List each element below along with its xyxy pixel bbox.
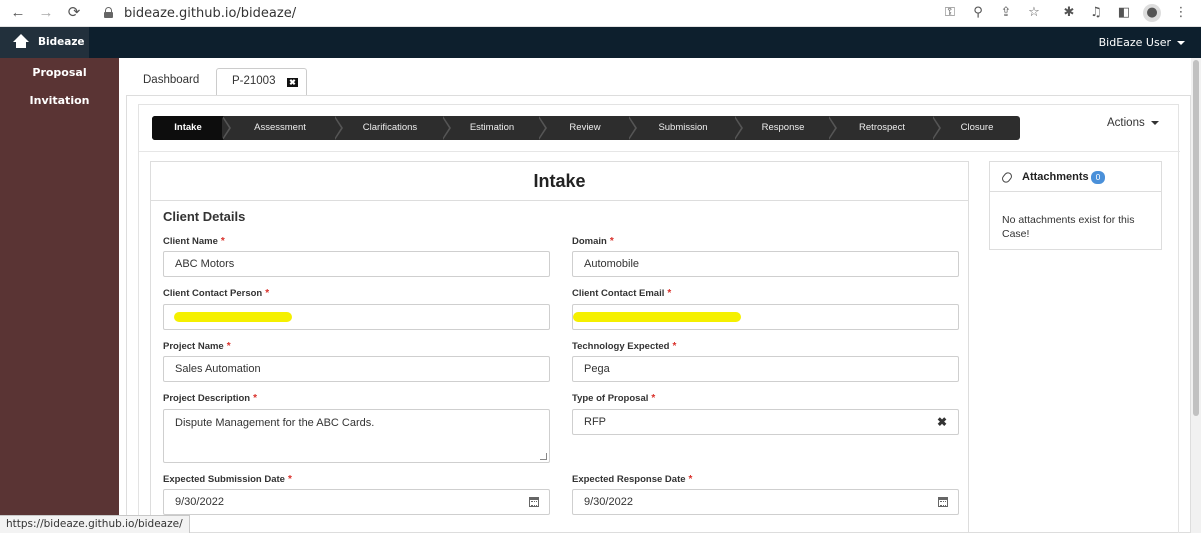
step-response[interactable]: Response: [736, 116, 830, 140]
submission-date-input[interactable]: 9/30/2022: [163, 489, 550, 515]
intake-title: Intake: [151, 162, 968, 201]
url-text[interactable]: bideaze.github.io/bideaze/: [124, 6, 296, 21]
home-icon: [12, 34, 30, 50]
calendar-icon[interactable]: [938, 497, 948, 507]
step-closure[interactable]: Closure: [934, 116, 1020, 140]
actions-label: Actions: [1107, 117, 1145, 129]
attachments-title: Attachments: [1022, 171, 1089, 183]
tab-dashboard[interactable]: Dashboard: [132, 68, 222, 96]
profile-icon[interactable]: ●: [1143, 4, 1161, 22]
reload-icon[interactable]: ⟳: [64, 3, 84, 23]
user-name: BidEaze User: [1098, 36, 1171, 49]
calendar-icon[interactable]: [529, 497, 539, 507]
attachments-empty-text: No attachments exist for this Case!: [1002, 214, 1135, 240]
divider: [139, 151, 1180, 152]
redaction-mark: [573, 312, 741, 322]
sidebar: Proposal Invitation: [0, 58, 119, 533]
back-arrow-icon[interactable]: ←: [8, 3, 28, 23]
actions-dropdown[interactable]: Actions: [1107, 117, 1159, 129]
zoom-icon[interactable]: ⚲: [969, 4, 987, 22]
client-name-label: Client Name *: [163, 236, 225, 247]
project-name-label: Project Name *: [163, 341, 231, 352]
client-name-input[interactable]: ABC Motors: [163, 251, 550, 277]
close-tab-icon[interactable]: ✖: [287, 78, 298, 87]
redaction-mark: [174, 312, 292, 322]
scrollbar-thumb[interactable]: [1193, 60, 1199, 416]
step-retrospect[interactable]: Retrospect: [830, 116, 934, 140]
forward-arrow-icon[interactable]: →: [36, 3, 56, 23]
clear-selection-icon[interactable]: ✖: [937, 415, 947, 429]
step-review[interactable]: Review: [540, 116, 630, 140]
tab-label: P-21003: [232, 75, 276, 87]
media-icon[interactable]: ♫: [1087, 4, 1105, 22]
response-date-input[interactable]: 9/30/2022: [572, 489, 959, 515]
project-description-textarea[interactable]: Dispute Management for the ABC Cards.: [163, 409, 550, 463]
browser-toolbar: ← → ⟳ bideaze.github.io/bideaze/ ⚿ ⚲ ⇪ ☆…: [0, 0, 1201, 27]
project-description-label: Project Description *: [163, 393, 258, 404]
lock-icon[interactable]: [104, 7, 113, 18]
contact-person-label: Client Contact Person *: [163, 288, 270, 299]
sidebar-item-proposal[interactable]: Proposal: [0, 66, 119, 79]
main-content: Dashboard P-21003 ✖ Intake Assessment Clar…: [119, 58, 1191, 533]
paperclip-icon: [1000, 170, 1014, 185]
attachments-count-badge: 0: [1091, 171, 1105, 184]
brand-label: Bideaze: [38, 36, 85, 48]
section-title: Client Details: [163, 209, 246, 224]
share-icon[interactable]: ⇪: [997, 4, 1015, 22]
extensions-icon[interactable]: ✱: [1060, 4, 1078, 22]
caret-down-icon: [1177, 41, 1185, 45]
address-bar[interactable]: bideaze.github.io/bideaze/: [98, 3, 1186, 23]
step-estimation[interactable]: Estimation: [444, 116, 540, 140]
step-assessment[interactable]: Assessment: [224, 116, 336, 140]
step-clarifications[interactable]: Clarifications: [336, 116, 444, 140]
attachments-card: Attachments 0 No attachments exist for t…: [989, 161, 1162, 250]
status-url: https://bideaze.github.io/bideaze/: [0, 515, 190, 533]
sidebar-item-invitation[interactable]: Invitation: [0, 94, 119, 107]
proposal-type-label: Type of Proposal *: [572, 393, 656, 404]
response-date-label: Expected Response Date *: [572, 474, 693, 485]
bookmark-star-icon[interactable]: ☆: [1025, 4, 1043, 22]
contact-email-label: Client Contact Email *: [572, 288, 672, 299]
project-name-input[interactable]: Sales Automation: [163, 356, 550, 382]
sidepanel-icon[interactable]: ◧: [1115, 4, 1133, 22]
tab-p-21003[interactable]: P-21003 ✖: [216, 68, 307, 97]
technology-label: Technology Expected *: [572, 341, 677, 352]
brand-link[interactable]: Bideaze: [0, 27, 89, 58]
key-icon[interactable]: ⚿: [941, 4, 959, 22]
app-navbar: Bideaze BidEaze User: [0, 27, 1201, 58]
case-body: Intake Assessment Clarifications Estimation…: [138, 104, 1180, 533]
technology-input[interactable]: Pega: [572, 356, 959, 382]
contact-email-input[interactable]: [572, 304, 959, 330]
step-submission[interactable]: Submission: [630, 116, 736, 140]
page-scrollbar[interactable]: [1191, 58, 1201, 533]
caret-down-icon: [1150, 120, 1159, 125]
tab-label: Dashboard: [143, 74, 200, 86]
proposal-type-select[interactable]: RFP ✖: [572, 409, 959, 435]
domain-input[interactable]: Automobile: [572, 251, 959, 277]
workflow-stepper: Intake Assessment Clarifications Estimation…: [152, 116, 1020, 140]
case-panel: Intake Assessment Clarifications Estimation…: [126, 95, 1191, 533]
tab-bar: Dashboard P-21003 ✖: [119, 58, 1191, 97]
intake-card: Intake Client Details Client Name * ABC M…: [150, 161, 969, 533]
step-intake[interactable]: Intake: [152, 116, 224, 140]
contact-person-input[interactable]: [163, 304, 550, 330]
menu-icon[interactable]: ⋮: [1172, 4, 1190, 22]
domain-label: Domain *: [572, 236, 614, 247]
user-menu[interactable]: BidEaze User: [1099, 36, 1185, 49]
attachments-header: Attachments 0: [990, 162, 1161, 192]
submission-date-label: Expected Submission Date *: [163, 474, 292, 485]
resize-handle-icon[interactable]: [540, 453, 547, 460]
